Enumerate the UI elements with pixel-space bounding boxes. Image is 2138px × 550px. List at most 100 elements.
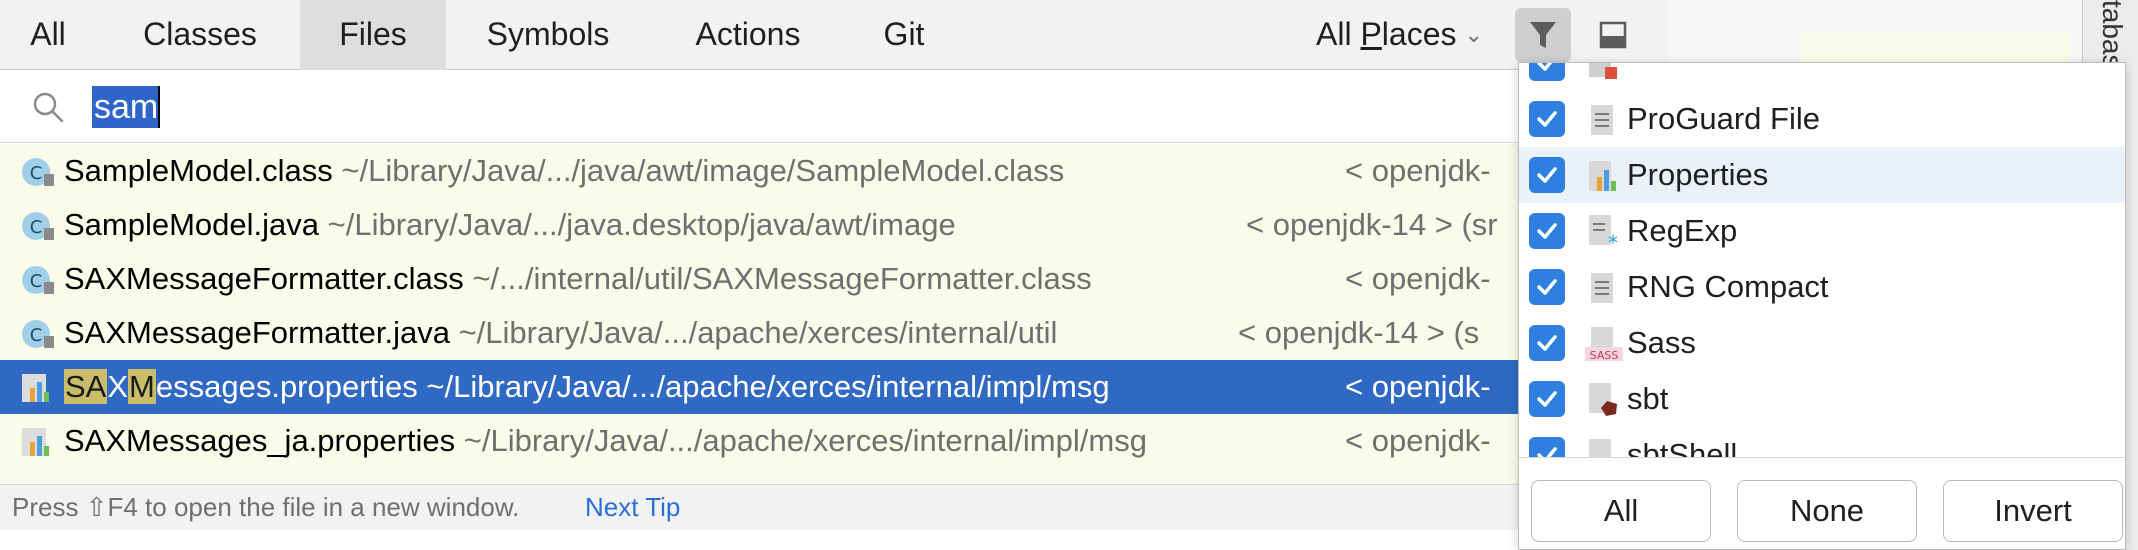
file-type-filter-popup: ProGuard File Properties * RegExp RNG Co… [1518,62,2126,550]
result-path: ~/Library/Java/.../apache/xerces/interna… [449,315,1058,350]
results-list[interactable]: C SampleModel.class ~/Library/Java/.../j… [0,144,1668,484]
result-row[interactable]: SAXMessages_ja.properties ~/Library/Java… [0,414,1668,468]
checkbox-checked[interactable] [1529,325,1565,361]
result-location: < openjdk-14 > (sr [1246,207,1498,242]
match-highlight: SA [64,369,108,404]
result-filename: SAXMessages_ja.properties [64,423,456,458]
preview-toggle-button[interactable] [1586,8,1640,62]
checkbox-checked[interactable] [1529,63,1565,81]
checkbox-checked[interactable] [1529,381,1565,417]
scope-dropdown[interactable]: All Places ⌄ [1316,0,1483,70]
tab-git[interactable]: Git [846,0,962,70]
result-filename: SAXMessageFormatter.class [64,261,464,296]
properties-file-icon [22,374,49,402]
result-row[interactable]: C SAXMessageFormatter.class ~/.../intern… [0,252,1668,306]
result-location: < openjdk- [1345,369,1491,404]
filter-item-label: RegExp [1627,213,1738,248]
next-tip-link[interactable]: Next Tip [585,485,680,529]
result-location: < openjdk- [1345,153,1491,188]
tab-actions[interactable]: Actions [650,0,846,70]
sbt-file-icon [1589,383,1617,416]
class-file-icon: C [22,158,54,186]
properties-file-icon [22,428,49,456]
filter-footer: All None Invert [1519,457,2125,549]
filter-item[interactable] [1519,63,2125,91]
svg-text:C: C [30,163,43,184]
class-file-icon: C [22,212,54,240]
database-tool-window-label[interactable]: tabas [2088,0,2128,70]
checkbox-checked[interactable] [1529,157,1565,193]
svg-text:C: C [30,325,43,346]
result-filename-part: X [107,369,129,404]
result-row[interactable]: C SAXMessageFormatter.java ~/Library/Jav… [0,306,1668,360]
result-path: ~/Library/Java/.../java/awt/image/Sample… [332,153,1065,188]
search-icon [33,92,64,123]
result-row-selected[interactable]: SAXMessages.properties ~/Library/Java/..… [0,360,1668,414]
filter-button[interactable] [1515,8,1571,62]
result-row[interactable]: C SampleModel.java ~/Library/Java/.../ja… [0,198,1668,252]
filter-item-sass[interactable]: SASS Sass [1519,315,2125,371]
filter-item-properties[interactable]: Properties [1519,147,2125,203]
filter-item-label: Sass [1627,325,1696,360]
file-type-icon [1589,63,1617,79]
scope-label-start: All [1316,16,1361,52]
chevron-down-icon: ⌄ [1464,22,1483,47]
result-filename-part: essages.properties [155,369,418,404]
result-row[interactable]: C SampleModel.class ~/Library/Java/.../j… [0,144,1668,198]
checkbox-checked[interactable] [1529,437,1565,457]
tab-files[interactable]: Files [300,0,446,70]
invert-selection-button[interactable]: Invert [1943,480,2123,542]
filter-item-rng-compact[interactable]: RNG Compact [1519,259,2125,315]
regexp-file-icon: * [1589,215,1618,251]
filter-item-label: sbtShell [1627,437,1738,457]
select-none-button[interactable]: None [1737,480,1917,542]
svg-text:C: C [30,271,43,292]
scope-label-end: laces [1381,16,1457,52]
result-path: ~/.../internal/util/SAXMessageFormatter.… [463,261,1092,296]
filter-item-label: sbt [1627,381,1669,416]
checkbox-checked[interactable] [1529,101,1565,137]
select-all-button[interactable]: All [1531,480,1711,542]
search-row [0,71,1668,143]
filter-item-sbtshell[interactable]: sbtShell [1519,427,2125,457]
filter-item-regexp[interactable]: * RegExp [1519,203,2125,259]
result-location: < openjdk- [1345,261,1491,296]
result-path: ~/Library/Java/.../apache/xerces/interna… [455,423,1147,458]
properties-file-icon [1589,161,1616,191]
tab-classes[interactable]: Classes [96,0,304,70]
result-filename: SampleModel.class [64,153,333,188]
class-file-icon: C [22,266,54,294]
tab-all[interactable]: All [0,0,96,70]
text-caret [158,86,160,128]
svg-text:*: * [1608,231,1618,251]
file-type-list[interactable]: ProGuard File Properties * RegExp RNG Co… [1519,63,2125,457]
result-filename: SAXMessageFormatter.java [64,315,450,350]
result-filename: SampleModel.java [64,207,320,242]
filter-item-sbt[interactable]: sbt [1519,371,2125,427]
text-file-icon [1591,273,1613,303]
search-everywhere-popup: All Classes Files Symbols Actions Git Al… [0,0,1668,530]
tab-symbols[interactable]: Symbols [446,0,650,70]
svg-text:SASS: SASS [1590,349,1619,362]
scope-label-mnemonic: P [1360,16,1382,52]
checkbox-checked[interactable] [1529,269,1565,305]
svg-text:C: C [30,217,43,238]
result-location: < openjdk- [1345,423,1491,458]
checkbox-checked[interactable] [1529,213,1565,249]
filter-item-label: Properties [1627,157,1769,192]
filter-item-label: ProGuard File [1627,101,1820,136]
result-path: ~/Library/Java/.../java.desktop/java/awt… [319,207,956,242]
text-file-icon [1591,105,1613,135]
class-file-icon: C [22,320,54,348]
tab-bar: All Classes Files Symbols Actions Git Al… [0,0,1668,70]
preview-panel-icon [1599,21,1627,49]
filter-item-label: RNG Compact [1627,269,1829,304]
status-bar: Press ⇧F4 to open the file in a new wind… [0,484,1668,530]
sbt-file-icon [1589,439,1611,457]
result-path: ~/Library/Java/.../apache/xerces/interna… [417,369,1110,404]
filter-item-proguard[interactable]: ProGuard File [1519,91,2125,147]
search-input[interactable] [92,85,1292,129]
result-location: < openjdk-14 > (s [1238,315,1480,350]
status-hint: Press ⇧F4 to open the file in a new wind… [12,492,520,522]
sass-file-icon: SASS [1585,327,1623,362]
